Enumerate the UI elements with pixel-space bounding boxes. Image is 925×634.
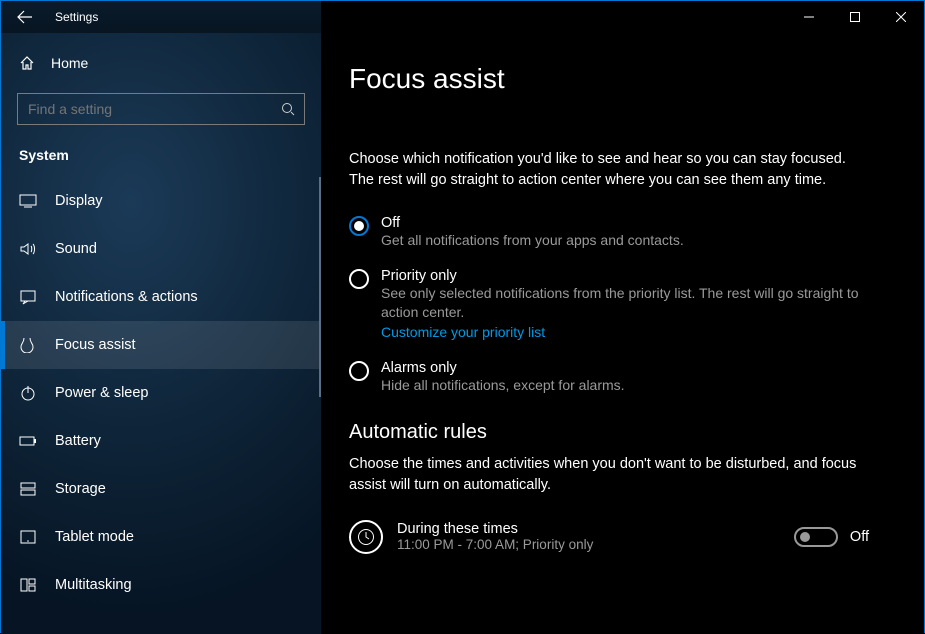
- titlebar: Settings: [1, 1, 924, 33]
- page-title: Focus assist: [349, 63, 896, 95]
- home-icon: [19, 55, 35, 71]
- sidebar-item-display[interactable]: Display: [1, 177, 321, 225]
- sidebar-item-label: Notifications & actions: [55, 289, 198, 305]
- sidebar-item-multitasking[interactable]: Multitasking: [1, 561, 321, 609]
- multitasking-icon: [19, 578, 37, 592]
- home-label: Home: [51, 55, 88, 71]
- option-desc: Get all notifications from your apps and…: [381, 231, 684, 250]
- close-button[interactable]: [878, 1, 924, 33]
- page-description: Choose which notification you'd like to …: [349, 149, 869, 191]
- close-icon: [896, 12, 906, 22]
- sidebar-item-label: Battery: [55, 433, 101, 449]
- search-input[interactable]: [17, 93, 305, 125]
- sidebar-item-label: Storage: [55, 481, 106, 497]
- automatic-rules-desc: Choose the times and activities when you…: [349, 454, 869, 496]
- automatic-rules-heading: Automatic rules: [349, 421, 896, 444]
- radio-icon: [349, 216, 369, 236]
- rule-subtitle: 11:00 PM - 7:00 AM; Priority only: [397, 537, 780, 552]
- minimize-button[interactable]: [786, 1, 832, 33]
- maximize-button[interactable]: [832, 1, 878, 33]
- option-alarms-only[interactable]: Alarms only Hide all notifications, exce…: [349, 360, 869, 395]
- minimize-icon: [804, 12, 814, 22]
- option-title: Off: [381, 215, 684, 231]
- rule-toggle[interactable]: Off: [794, 527, 869, 547]
- sidebar-item-storage[interactable]: Storage: [1, 465, 321, 513]
- sidebar-item-label: Tablet mode: [55, 529, 134, 545]
- content-area[interactable]: Focus assist Choose which notification y…: [321, 33, 924, 634]
- toggle-track[interactable]: [794, 527, 838, 547]
- option-priority-only[interactable]: Priority only See only selected notifica…: [349, 268, 869, 342]
- option-desc: See only selected notifications from the…: [381, 284, 869, 322]
- sound-icon: [19, 242, 37, 256]
- sidebar-item-power-sleep[interactable]: Power & sleep: [1, 369, 321, 417]
- sidebar-item-label: Focus assist: [55, 337, 136, 353]
- option-title: Alarms only: [381, 360, 625, 376]
- option-off[interactable]: Off Get all notifications from your apps…: [349, 215, 869, 250]
- display-icon: [19, 194, 37, 208]
- option-desc: Hide all notifications, except for alarm…: [381, 376, 625, 395]
- battery-icon: [19, 435, 37, 447]
- sidebar-item-notifications[interactable]: Notifications & actions: [1, 273, 321, 321]
- category-label: System: [1, 141, 321, 177]
- focus-assist-options: Off Get all notifications from your apps…: [349, 215, 869, 395]
- radio-icon: [349, 361, 369, 381]
- sidebar-item-label: Display: [55, 193, 103, 209]
- power-icon: [19, 385, 37, 401]
- rule-during-times[interactable]: During these times 11:00 PM - 7:00 AM; P…: [349, 510, 869, 564]
- clock-icon: [349, 520, 383, 554]
- window-controls: [786, 1, 924, 33]
- toggle-label: Off: [850, 529, 869, 545]
- sidebar-item-label: Power & sleep: [55, 385, 149, 401]
- sidebar-item-label: Sound: [55, 241, 97, 257]
- notifications-icon: [19, 289, 37, 305]
- option-title: Priority only: [381, 268, 869, 284]
- arrow-left-icon: [17, 9, 33, 25]
- search-container: [17, 93, 305, 125]
- window-title: Settings: [49, 10, 98, 24]
- sidebar-item-label: Multitasking: [55, 577, 132, 593]
- rule-title: During these times: [397, 521, 780, 537]
- radio-icon: [349, 269, 369, 289]
- tablet-icon: [19, 530, 37, 544]
- sidebar-item-focus-assist[interactable]: Focus assist: [1, 321, 321, 369]
- customize-priority-link[interactable]: Customize your priority list: [381, 324, 545, 340]
- sidebar-item-battery[interactable]: Battery: [1, 417, 321, 465]
- maximize-icon: [850, 12, 860, 22]
- focus-assist-icon: [19, 337, 37, 353]
- sidebar: Home System Display Sound Notifications …: [1, 33, 321, 634]
- sidebar-item-sound[interactable]: Sound: [1, 225, 321, 273]
- storage-icon: [19, 482, 37, 496]
- nav-list[interactable]: Display Sound Notifications & actions Fo…: [1, 177, 321, 634]
- back-button[interactable]: [1, 1, 49, 33]
- sidebar-item-tablet-mode[interactable]: Tablet mode: [1, 513, 321, 561]
- home-nav[interactable]: Home: [1, 43, 321, 83]
